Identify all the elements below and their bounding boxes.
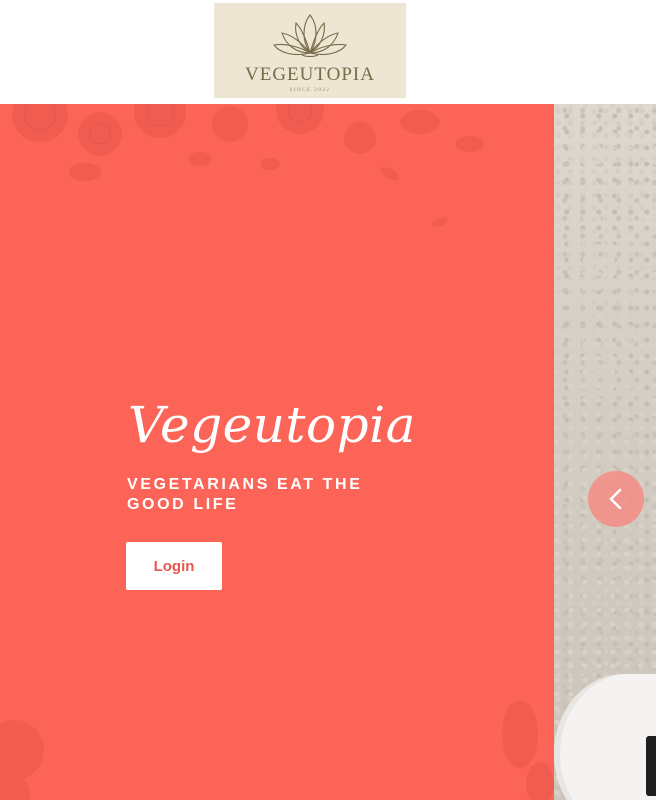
- floral-decoration-icon: [12, 104, 484, 227]
- logo-tagline: SINCE 2022: [289, 88, 331, 93]
- logo-wordmark: VEGEUTOPIA: [245, 64, 375, 85]
- login-button[interactable]: Login: [126, 542, 222, 590]
- hero-subtitle: VEGETARIANS EAT THE GOOD LIFE: [127, 476, 363, 513]
- page: VEGEUTOPIA SINCE 2022 Vegeutopia VEGETAR…: [0, 0, 656, 800]
- brand-logo[interactable]: VEGEUTOPIA SINCE 2022: [214, 3, 406, 98]
- hero-title: Vegeutopia: [128, 396, 416, 454]
- bowl-image: [554, 674, 656, 800]
- hero-photo: [554, 104, 656, 800]
- chevron-left-icon: [609, 488, 622, 510]
- bowl-shadow: [646, 736, 656, 796]
- site-header: VEGEUTOPIA SINCE 2022: [0, 0, 656, 104]
- hero-panel: Vegeutopia VEGETARIANS EAT THE GOOD LIFE…: [0, 104, 554, 800]
- carousel-prev-button[interactable]: [588, 471, 644, 527]
- floral-decoration-bottom-icon: [0, 700, 554, 800]
- hero-slider: Vegeutopia VEGETARIANS EAT THE GOOD LIFE…: [0, 104, 656, 800]
- lotus-icon: [273, 14, 347, 58]
